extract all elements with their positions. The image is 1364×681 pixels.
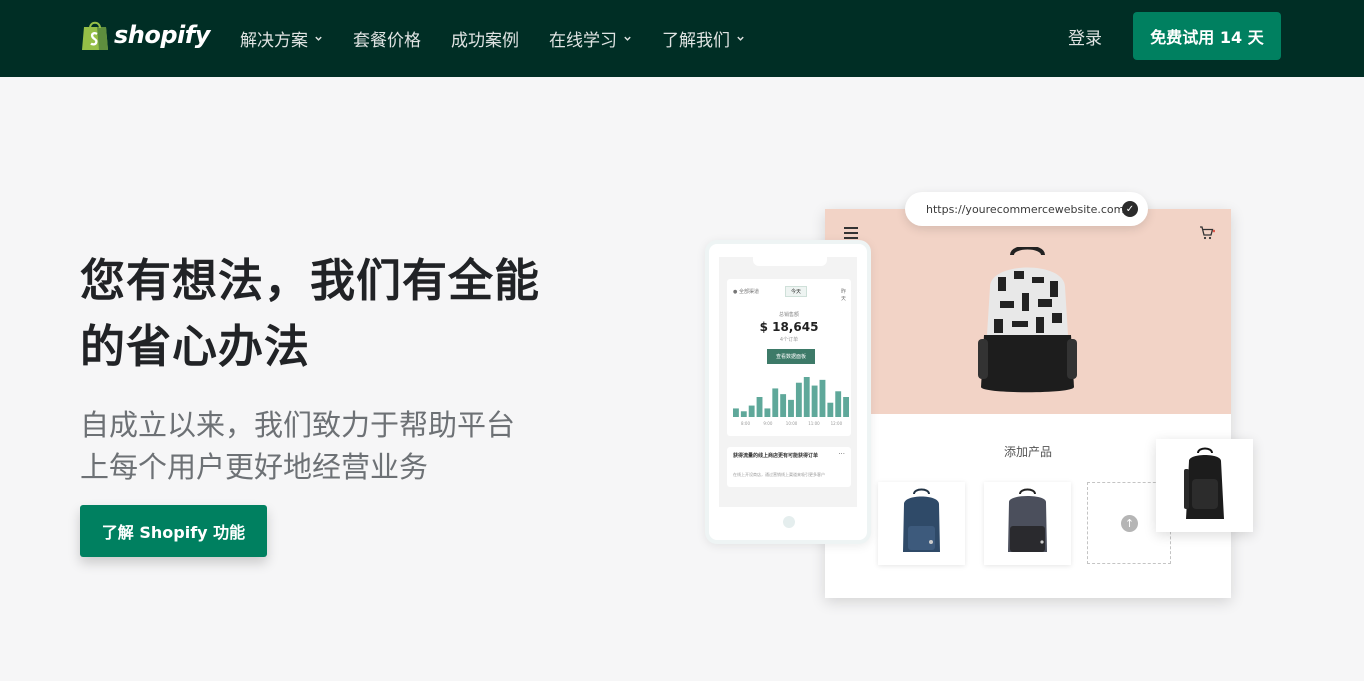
nav-item-pricing[interactable]: 套餐价格 xyxy=(353,26,421,51)
tab-today[interactable]: 今天 xyxy=(785,286,808,297)
chart-bar xyxy=(819,379,826,417)
product-thumbnail[interactable] xyxy=(984,482,1071,565)
backpack-product-image xyxy=(978,247,1077,393)
chart-bar xyxy=(811,385,818,417)
chart-bar xyxy=(795,382,802,417)
sales-stat-card: ● 全部渠道 今天 昨天 总销售额 $ 18,645 4个订单 查看数据面板 8… xyxy=(727,279,851,436)
chart-bar xyxy=(733,408,739,417)
sales-bar-chart xyxy=(733,377,849,417)
url-text: https://yourecommercewebsite.com xyxy=(926,202,1125,216)
stat-value: $ 18,645 xyxy=(759,320,819,334)
url-bar: https://yourecommercewebsite.com ✓ xyxy=(905,192,1148,226)
hero-title-line: 的省心办法 xyxy=(80,320,311,373)
nav-item-label: 解决方案 xyxy=(240,31,308,51)
nav-item-label: 在线学习 xyxy=(549,31,617,51)
nav-menu: 解决方案 套餐价格 成功案例 在线学习 了解我们 xyxy=(240,0,775,77)
tip-card: 获得流量的线上商店更有可能获得订单 在线上开设商店，通过营销线上渠道来吸引更多客… xyxy=(727,447,851,487)
free-trial-button[interactable]: 免费试用 14 天 xyxy=(1133,12,1281,60)
chart-bar xyxy=(835,391,842,417)
axis-tick-label: 9:00 xyxy=(763,421,773,426)
more-icon[interactable]: ··· xyxy=(838,450,845,458)
dragged-product-card[interactable] xyxy=(1156,439,1253,532)
check-icon: ✓ xyxy=(1122,201,1138,217)
chart-bar xyxy=(827,402,834,417)
store-hero-panel xyxy=(825,209,1231,414)
shopify-logo[interactable]: shopify xyxy=(80,17,210,53)
view-dashboard-button[interactable]: 查看数据面板 xyxy=(767,349,815,364)
blue-backpack-image xyxy=(903,488,940,552)
upload-arrow-icon: ↑ xyxy=(1121,515,1138,532)
chart-bar xyxy=(764,408,771,417)
hero-subtitle: 自成立以来，我们致力于帮助平台 上每个用户更好地经营业务 xyxy=(80,404,550,488)
nav-item-label: 了解我们 xyxy=(662,31,730,51)
store-mockup: 添加产品 ↑ xyxy=(825,209,1231,598)
chart-bar xyxy=(803,377,810,417)
axis-tick-label: 10:00 xyxy=(785,421,798,426)
axis-tick-label: 8:00 xyxy=(741,421,750,426)
nav-item-about[interactable]: 了解我们 xyxy=(662,26,745,51)
cart-icon xyxy=(1200,226,1215,240)
shopping-bag-icon xyxy=(82,21,108,50)
phone-mockup: ● 全部渠道 今天 昨天 总销售额 $ 18,645 4个订单 查看数据面板 8… xyxy=(705,240,871,544)
learn-features-button[interactable]: 了解 Shopify 功能 xyxy=(80,505,267,557)
chevron-down-icon xyxy=(624,36,631,41)
chart-bar xyxy=(740,411,747,417)
tab-all-channels[interactable]: ● 全部渠道 xyxy=(733,288,759,295)
login-link[interactable]: 登录 xyxy=(1068,24,1102,49)
phone-notch xyxy=(753,257,827,266)
hero-title-line: 您有想法，我们有全能 xyxy=(80,254,541,307)
gray-backpack-image xyxy=(1008,488,1047,552)
black-backpack-image xyxy=(1184,447,1224,519)
nav-item-solutions[interactable]: 解决方案 xyxy=(240,26,323,51)
chevron-down-icon xyxy=(315,36,322,41)
nav-item-cases[interactable]: 成功案例 xyxy=(451,26,519,51)
chevron-down-icon xyxy=(737,36,744,41)
chart-bar xyxy=(756,397,763,417)
top-nav: shopify 解决方案 套餐价格 成功案例 在线学习 了解我们 登录 免费试用… xyxy=(0,0,1364,77)
axis-tick-label: 11:00 xyxy=(808,421,820,426)
axis-tick-label: 12:00 xyxy=(830,421,843,426)
phone-screen: ● 全部渠道 今天 昨天 总销售额 $ 18,645 4个订单 查看数据面板 8… xyxy=(719,257,857,507)
phone-home-button xyxy=(783,516,795,528)
chart-bar xyxy=(772,388,779,417)
logo-wordmark: shopify xyxy=(114,21,210,49)
hero-title: 您有想法，我们有全能 的省心办法 xyxy=(80,248,580,380)
nav-item-learn[interactable]: 在线学习 xyxy=(549,26,632,51)
tip-title: 获得流量的线上商店更有可能获得订单 xyxy=(733,453,819,459)
hero-subtitle-line: 上每个用户更好地经营业务 xyxy=(80,450,429,484)
chart-bar xyxy=(843,397,849,417)
product-thumbnail[interactable] xyxy=(878,482,965,565)
nav-item-label: 成功案例 xyxy=(451,31,519,51)
tip-body: 在线上开设商店，通过营销线上渠道来吸引更多客户 xyxy=(733,472,825,477)
hero-subtitle-line: 自成立以来，我们致力于帮助平台 xyxy=(80,408,516,442)
stat-orders: 4个订单 xyxy=(779,337,799,343)
chart-bar xyxy=(780,394,787,417)
nav-item-label: 套餐价格 xyxy=(353,31,421,51)
chart-bar xyxy=(748,405,755,417)
chart-bar xyxy=(788,399,794,417)
tab-yesterday[interactable]: 昨天 xyxy=(841,288,849,302)
stat-label: 总销售额 xyxy=(778,312,799,318)
